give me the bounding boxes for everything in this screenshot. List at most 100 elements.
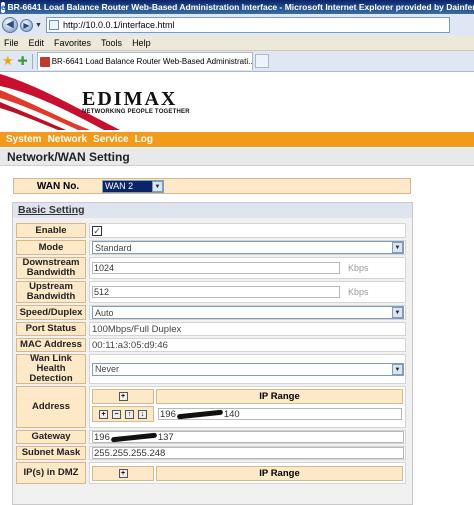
chevron-down-icon: ▼: [392, 307, 403, 318]
gateway-value: 196 137: [89, 430, 406, 444]
remove-entry-button[interactable]: −: [112, 409, 121, 419]
page-title: Network/WAN Setting: [0, 148, 474, 166]
basic-setting-title: Basic Setting: [13, 203, 412, 218]
address-suffix: 140: [223, 409, 240, 420]
address-add-cell: +: [92, 389, 154, 404]
dmz-row: IP(s) in DMZ + IP Range: [16, 462, 406, 484]
speed-duplex-select[interactable]: Auto ▼: [92, 306, 404, 319]
subnet-value: 255.255.255.248: [89, 446, 406, 460]
redaction-mark: [110, 432, 157, 443]
address-range-header: IP Range: [156, 389, 403, 404]
dmz-range-header: IP Range: [156, 466, 403, 481]
upstream-row: Upstream Bandwidth 512 Kbps: [16, 281, 406, 303]
downstream-label: Downstream Bandwidth: [16, 257, 86, 279]
mode-label: Mode: [16, 240, 86, 255]
gateway-row: Gateway 196 137: [16, 430, 406, 444]
health-detection-value: Never ▼: [89, 354, 406, 384]
menu-tools[interactable]: Tools: [97, 38, 128, 48]
favorites-star-icon[interactable]: ★: [2, 53, 14, 69]
add-entry-button[interactable]: +: [99, 409, 108, 419]
upstream-label: Upstream Bandwidth: [16, 281, 86, 303]
move-down-button[interactable]: ↓: [138, 409, 147, 419]
tab-page-icon: [39, 56, 50, 67]
nav-network[interactable]: Network: [48, 134, 87, 145]
nav-log[interactable]: Log: [135, 134, 153, 145]
chevron-down-icon: ▼: [152, 180, 163, 192]
gateway-label: Gateway: [16, 430, 86, 444]
tab-separator: [31, 53, 33, 69]
web-page: EDIMAX NETWORKING PEOPLE TOGETHER System…: [0, 72, 474, 505]
port-status-row: Port Status 100Mbps/Full Duplex: [16, 322, 406, 336]
chevron-down-icon: ▼: [392, 242, 403, 253]
address-range-input[interactable]: 196 140: [158, 408, 402, 420]
dmz-add-button[interactable]: +: [118, 469, 128, 478]
add-favorite-icon[interactable]: ✚: [18, 54, 28, 68]
menu-file[interactable]: File: [0, 38, 25, 48]
window-title: BR-6641 Load Balance Router Web-Based Ad…: [7, 2, 474, 12]
mode-row: Mode Standard ▼: [16, 240, 406, 255]
nav-service[interactable]: Service: [93, 134, 129, 145]
subnet-input[interactable]: 255.255.255.248: [92, 447, 404, 459]
dmz-label: IP(s) in DMZ: [16, 462, 86, 484]
tab-current[interactable]: BR-6641 Load Balance Router Web-Based Ad…: [36, 52, 253, 70]
add-range-button[interactable]: +: [118, 392, 128, 401]
logo-tagline: NETWORKING PEOPLE TOGETHER: [82, 109, 190, 115]
tab-title: BR-6641 Load Balance Router Web-Based Ad…: [51, 57, 253, 66]
address-toolbar: ◀ ▶ ▼ http://10.0.0.1/interface.html: [0, 14, 474, 36]
back-button[interactable]: ◀: [2, 17, 18, 33]
chevron-down-icon: ▼: [392, 363, 403, 375]
edimax-logo: EDIMAX NETWORKING PEOPLE TOGETHER: [82, 88, 190, 115]
basic-setting-panel: Basic Setting Enable ✓ Mode Standard ▼ D…: [12, 202, 413, 505]
speed-duplex-label: Speed/Duplex: [16, 305, 86, 320]
mode-select-value: Standard: [95, 242, 132, 253]
port-status-value: 100Mbps/Full Duplex: [89, 322, 406, 336]
logo-brand: EDIMAX: [82, 88, 178, 110]
window-title-bar: e BR-6641 Load Balance Router Web-Based …: [0, 0, 474, 14]
menu-help[interactable]: Help: [128, 38, 157, 48]
speed-duplex-row: Speed/Duplex Auto ▼: [16, 305, 406, 320]
wan-selector-row: WAN No. WAN 2 ▼: [13, 178, 411, 194]
downstream-value: 1024 Kbps: [89, 257, 406, 279]
wan-label: WAN No.: [36, 180, 80, 192]
forward-button[interactable]: ▶: [20, 18, 33, 32]
port-status-label: Port Status: [16, 322, 86, 336]
dmz-grid: + IP Range: [89, 462, 406, 484]
menu-bar: File Edit Favorites Tools Help: [0, 36, 474, 51]
speed-duplex-value: Auto ▼: [89, 305, 406, 320]
health-detection-row: Wan Link Health Detection Never ▼: [16, 354, 406, 384]
address-url: http://10.0.0.1/interface.html: [62, 20, 175, 30]
mac-row: MAC Address 00:11:a3:05:d9:46: [16, 338, 406, 352]
address-input[interactable]: http://10.0.0.1/interface.html: [45, 17, 450, 33]
subnet-label: Subnet Mask: [16, 446, 86, 460]
upstream-unit: Kbps: [348, 287, 369, 297]
mac-label: MAC Address: [16, 338, 86, 352]
address-row: Address + IP Range + − ↑ ↓ 196 140: [16, 386, 406, 428]
menu-favorites[interactable]: Favorites: [50, 38, 97, 48]
redaction-mark: [176, 409, 223, 420]
enable-checkbox[interactable]: ✓: [92, 225, 102, 236]
health-detection-select-value: Never: [95, 364, 120, 374]
menu-edit[interactable]: Edit: [25, 38, 51, 48]
enable-label: Enable: [16, 223, 86, 238]
downstream-unit: Kbps: [348, 263, 369, 273]
address-row-buttons: + − ↑ ↓: [92, 406, 154, 422]
upstream-input[interactable]: 512: [92, 286, 340, 298]
downstream-input[interactable]: 1024: [92, 262, 340, 274]
gateway-suffix: 137: [157, 432, 174, 443]
header-banner: EDIMAX NETWORKING PEOPLE TOGETHER: [0, 72, 474, 130]
history-dropdown-icon[interactable]: ▼: [35, 22, 42, 29]
new-tab-button[interactable]: [254, 54, 269, 68]
mode-select[interactable]: Standard ▼: [92, 241, 404, 254]
ie-app-icon: e: [1, 1, 6, 13]
downstream-row: Downstream Bandwidth 1024 Kbps: [16, 257, 406, 279]
gateway-input[interactable]: 196 137: [92, 431, 404, 443]
nav-system[interactable]: System: [6, 134, 42, 145]
mode-value: Standard ▼: [89, 240, 406, 255]
tab-row: ★ ✚ BR-6641 Load Balance Router Web-Base…: [0, 51, 474, 72]
move-up-button[interactable]: ↑: [125, 409, 134, 419]
wan-select[interactable]: WAN 2 ▼: [102, 179, 164, 193]
upstream-value: 512 Kbps: [89, 281, 406, 303]
health-detection-select[interactable]: Never ▼: [92, 362, 404, 376]
main-nav: System Network Service Log: [0, 132, 474, 147]
dmz-add-cell: +: [92, 466, 154, 481]
